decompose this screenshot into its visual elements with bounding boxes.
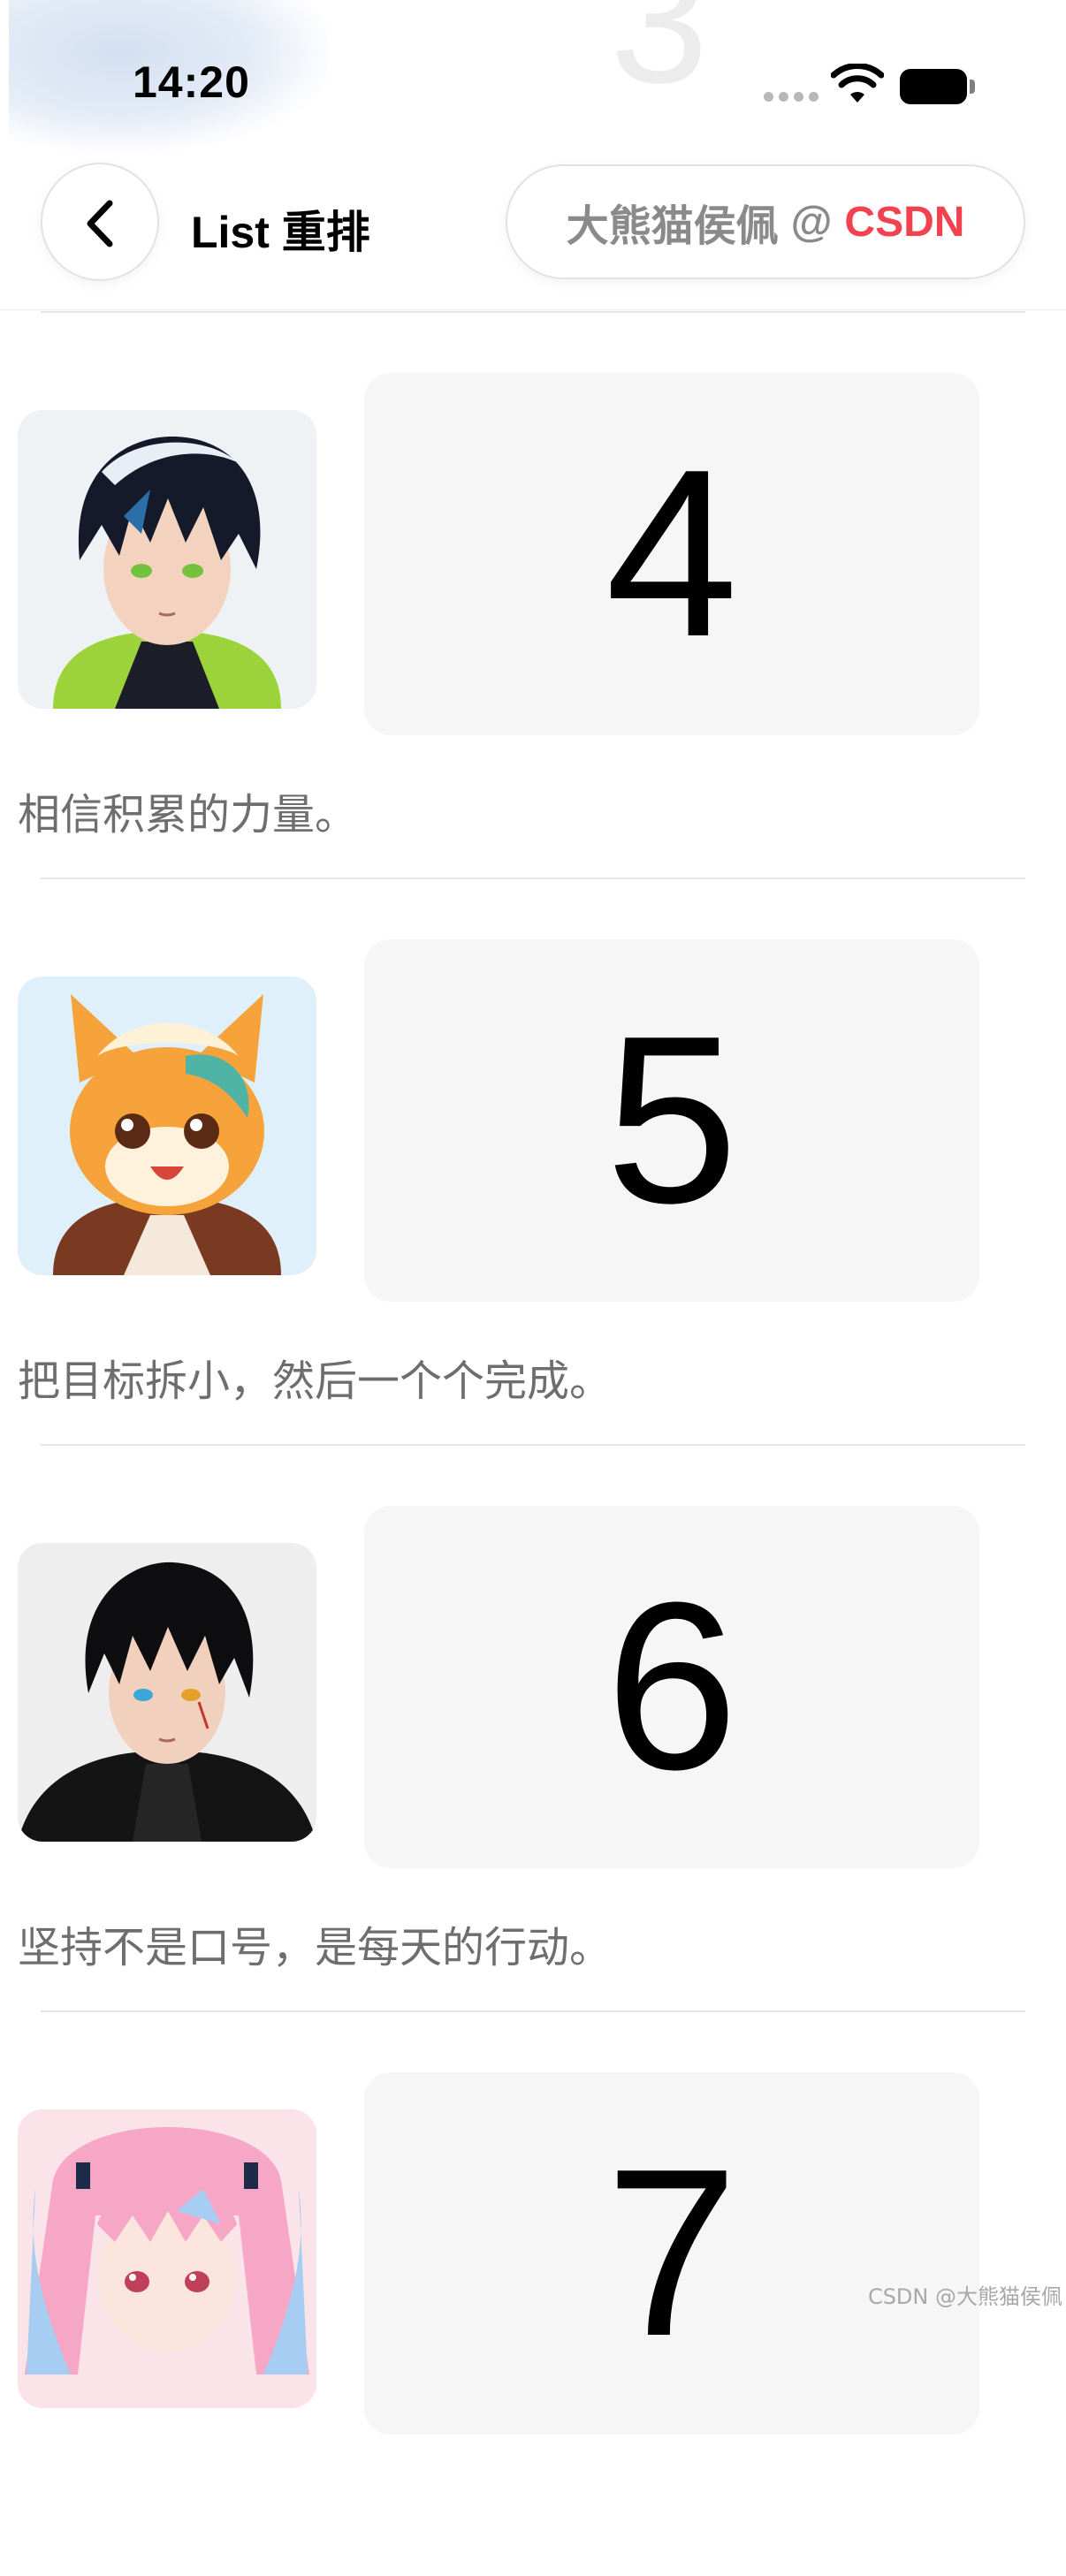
number-card: 7 xyxy=(364,2072,979,2435)
item-number: 4 xyxy=(605,421,739,687)
back-button[interactable] xyxy=(41,163,159,281)
blurred-background-number: 3 xyxy=(610,0,709,120)
item-quote: 坚持不是口号，是每天的行动。 xyxy=(18,1923,613,1972)
item-number: 7 xyxy=(605,2120,739,2386)
author-name: 大熊猫侯佩 xyxy=(566,203,779,250)
at-symbol: @ xyxy=(790,198,833,246)
avatar-cartoon-fox xyxy=(18,976,316,1275)
status-time: 14:20 xyxy=(133,57,250,107)
status-bar: 3 14:20 xyxy=(0,0,1066,159)
navigation-bar: List 重排 大熊猫侯佩 @ CSDN xyxy=(0,159,1066,310)
page-title: List 重排 xyxy=(191,208,370,257)
item-quote: 把目标拆小，然后一个个完成。 xyxy=(18,1356,613,1406)
battery-icon xyxy=(900,69,975,104)
chevron-left-icon xyxy=(87,200,113,247)
list-item[interactable]: 4 相信积累的力量。 xyxy=(0,311,1066,877)
number-card: 6 xyxy=(364,1506,979,1868)
avatar-boy-black-coat xyxy=(18,1543,316,1842)
avatar-girl-pink-hair xyxy=(18,2109,316,2408)
list-item[interactable]: 6 坚持不是口号，是每天的行动。 xyxy=(0,1444,1066,2010)
watermark: CSDN @大熊猫侯佩 xyxy=(867,2284,1062,2309)
brand-name: CSDN xyxy=(844,198,965,246)
wifi-icon xyxy=(830,63,885,109)
item-number: 5 xyxy=(605,987,739,1253)
avatar-boy-green-hoodie xyxy=(18,410,316,709)
author-badge[interactable]: 大熊猫侯佩 @ CSDN xyxy=(506,164,1025,279)
cellular-signal-icon xyxy=(764,92,819,102)
list-item[interactable]: 5 把目标拆小，然后一个个完成。 xyxy=(0,878,1066,1443)
number-card: 4 xyxy=(364,373,979,735)
item-number: 6 xyxy=(605,1554,739,1820)
number-card: 5 xyxy=(364,939,979,1302)
item-quote: 相信积累的力量。 xyxy=(18,790,358,840)
